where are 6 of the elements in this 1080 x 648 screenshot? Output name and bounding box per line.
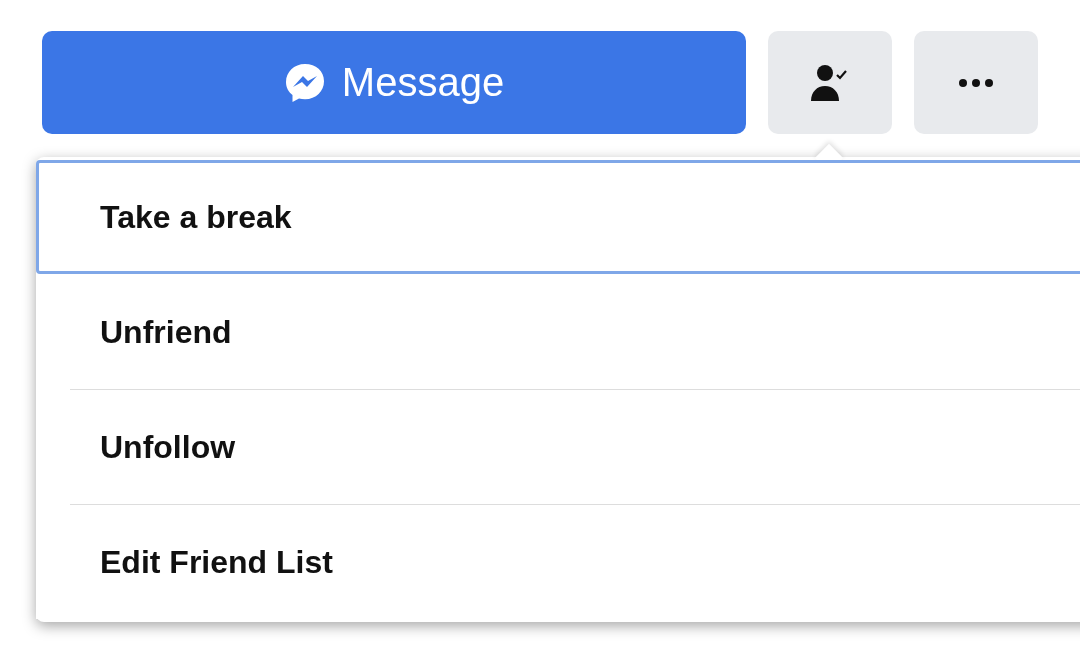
message-button[interactable]: Message: [42, 31, 746, 134]
more-icon: [958, 77, 994, 88]
person-check-icon: [810, 63, 850, 102]
messenger-icon: [283, 61, 326, 104]
menu-item[interactable]: Take a break: [36, 160, 1080, 274]
friends-button[interactable]: [768, 31, 892, 134]
